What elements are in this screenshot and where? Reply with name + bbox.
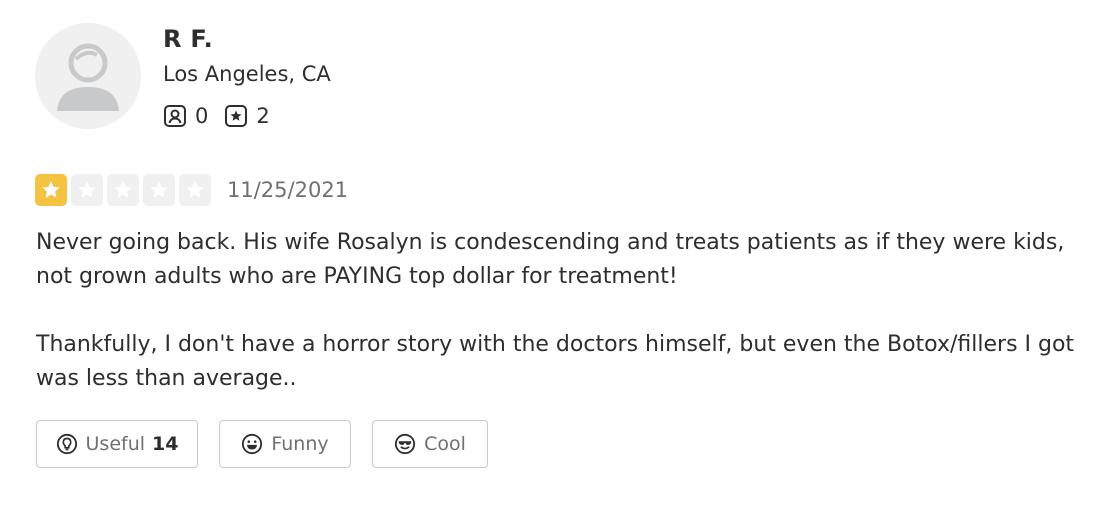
- review-paragraph: Thankfully, I don't have a horror story …: [36, 332, 1075, 391]
- review-text: Never going back. His wife Rosalyn is co…: [36, 226, 1106, 396]
- star-icon: [78, 181, 96, 198]
- sunglasses-icon: [395, 433, 416, 455]
- star-empty: [107, 174, 139, 206]
- star-empty: [71, 174, 103, 206]
- cool-button[interactable]: Cool: [372, 420, 488, 468]
- smile-icon: [242, 433, 263, 455]
- funny-button[interactable]: Funny: [219, 420, 351, 468]
- star-icon: [42, 181, 60, 198]
- useful-count: 14: [152, 433, 179, 455]
- useful-button[interactable]: Useful 14: [36, 420, 198, 468]
- user-name[interactable]: R F.: [163, 25, 213, 53]
- star-filled: [35, 174, 67, 206]
- cool-label: Cool: [424, 433, 466, 455]
- friends-stat: 0: [163, 102, 208, 130]
- review-card: R F. Los Angeles, CA 0 2 11/25/2021 Neve…: [0, 0, 1110, 528]
- useful-label: Useful: [85, 433, 146, 455]
- user-avatar[interactable]: [35, 23, 141, 129]
- friends-count: 0: [195, 104, 209, 128]
- reviews-count: 2: [256, 104, 270, 128]
- user-stats: 0 2: [163, 102, 270, 130]
- review-paragraph: Never going back. His wife Rosalyn is co…: [36, 230, 1065, 289]
- star-icon: [186, 181, 204, 198]
- funny-label: Funny: [271, 433, 329, 455]
- star-icon: [114, 181, 132, 198]
- reviews-stat: 2: [224, 102, 270, 130]
- star-empty: [143, 174, 175, 206]
- review-date: 11/25/2021: [227, 178, 349, 202]
- star-rating: [35, 174, 215, 206]
- user-location: Los Angeles, CA: [163, 62, 331, 86]
- friends-icon: [164, 105, 186, 127]
- star-review-icon: [225, 105, 248, 127]
- star-icon: [150, 181, 168, 198]
- default-avatar-icon: [35, 23, 141, 129]
- rating-row: 11/25/2021: [35, 173, 348, 207]
- reaction-buttons: Useful 14 Funny Cool: [36, 420, 488, 468]
- lightbulb-icon: [56, 433, 77, 455]
- star-empty: [179, 174, 211, 206]
